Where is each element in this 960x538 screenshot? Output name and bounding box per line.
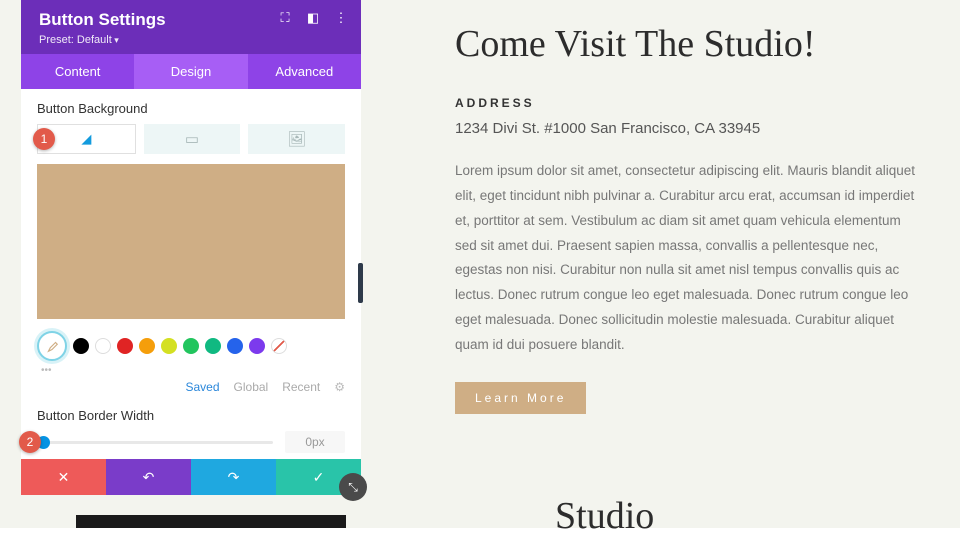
preset-dropdown[interactable]: Preset: Default [39,34,343,46]
palette-tab-recent[interactable]: Recent [282,380,320,394]
bg-type-gradient[interactable]: ▭ [144,124,241,154]
image-icon: 🖼 [287,130,306,148]
swatch-yellow[interactable] [161,338,177,354]
tab-bar: Content Design Advanced [21,54,361,89]
paint-bucket-icon: ◢ [81,131,91,147]
callout-marker-1: 1 [33,128,55,150]
learn-more-button[interactable]: Learn More [455,382,586,414]
more-dots[interactable]: ••• [41,365,345,376]
address-label: ADDRESS [455,96,920,110]
eyedropper-button[interactable] [37,331,67,361]
page-heading: Come Visit The Studio! [455,22,920,68]
undo-button[interactable]: ↶ [106,459,191,495]
tab-design[interactable]: Design [134,54,247,89]
section-button-background: Button Background [37,101,345,116]
swatch-teal[interactable] [205,338,221,354]
palette-tab-global[interactable]: Global [234,380,269,394]
secondary-heading: Studio [555,494,654,538]
callout-marker-2: 2 [19,431,41,453]
image-strip [76,515,346,528]
redo-button[interactable]: ↷ [191,459,276,495]
close-icon: ✕ [58,469,70,486]
snap-icon[interactable]: ◧ [307,12,319,24]
eyedropper-icon [45,339,59,353]
swatch-purple[interactable] [249,338,265,354]
color-preview[interactable] [37,164,345,319]
section-border-width: Button Border Width [37,408,345,423]
body-paragraph: Lorem ipsum dolor sit amet, consectetur … [455,159,920,359]
swatch-white[interactable] [95,338,111,354]
settings-panel: Button Settings Preset: Default ⛶ ◧ ⋮ Co… [21,0,361,495]
tab-content[interactable]: Content [21,54,134,89]
redo-icon: ↷ [228,469,240,486]
border-width-value[interactable]: 0px [285,431,345,453]
palette-tab-saved[interactable]: Saved [185,380,219,394]
resize-icon: ⤡ [348,480,358,495]
bg-type-image[interactable]: 🖼 [248,124,345,154]
cancel-button[interactable]: ✕ [21,459,106,495]
swatch-green[interactable] [183,338,199,354]
kebab-icon[interactable]: ⋮ [335,12,347,24]
border-width-slider[interactable] [37,441,273,444]
undo-icon: ↶ [143,469,155,486]
swatch-transparent[interactable] [271,338,287,354]
check-icon: ✓ [313,469,325,486]
resize-handle[interactable]: ⤡ [339,473,367,501]
expand-icon[interactable]: ⛶ [279,12,291,24]
address-value: 1234 Divi St. #1000 San Francisco, CA 33… [455,120,920,137]
swatch-orange[interactable] [139,338,155,354]
swatch-black[interactable] [73,338,89,354]
gradient-icon: ▭ [185,130,199,148]
swatch-red[interactable] [117,338,133,354]
tab-advanced[interactable]: Advanced [248,54,361,89]
swatch-blue[interactable] [227,338,243,354]
scrollbar[interactable] [358,263,363,303]
gear-icon[interactable]: ⚙ [334,380,345,394]
